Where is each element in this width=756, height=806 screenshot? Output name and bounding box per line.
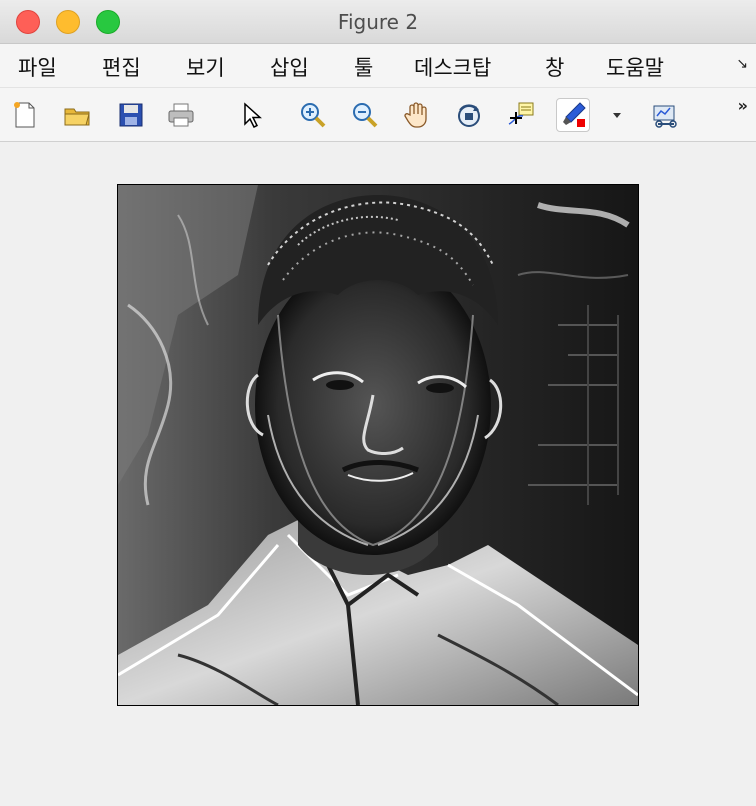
embossed-portrait-image: [118, 185, 638, 705]
zoom-out-icon[interactable]: [348, 98, 382, 132]
rotate-3d-icon[interactable]: [452, 98, 486, 132]
menu-file[interactable]: 파일: [18, 52, 57, 82]
data-cursor-icon[interactable]: [504, 98, 538, 132]
window-title: Figure 2: [337, 10, 419, 34]
title-bar: Figure 2: [0, 0, 756, 44]
zoom-in-icon[interactable]: [296, 98, 330, 132]
brush-dropdown-icon[interactable]: [600, 98, 634, 132]
figure-axes[interactable]: [117, 184, 639, 706]
open-folder-icon[interactable]: [60, 98, 94, 132]
menu-desktop[interactable]: 데스크탑: [414, 52, 491, 82]
new-figure-icon[interactable]: [8, 98, 42, 132]
print-icon[interactable]: [164, 98, 198, 132]
menu-window[interactable]: 창: [545, 52, 564, 82]
menu-insert[interactable]: 삽입: [270, 52, 309, 82]
menu-overflow-icon[interactable]: ↘: [736, 56, 748, 72]
menu-help[interactable]: 도움말: [606, 52, 664, 82]
brush-icon[interactable]: [556, 98, 590, 132]
pointer-arrow-icon[interactable]: [234, 98, 268, 132]
toolbar: »: [0, 88, 756, 142]
menu-view[interactable]: 보기: [186, 52, 225, 82]
menu-edit[interactable]: 편집: [102, 52, 141, 82]
pan-hand-icon[interactable]: [400, 98, 434, 132]
link-plot-icon[interactable]: [648, 98, 682, 132]
save-disk-icon[interactable]: [114, 98, 148, 132]
menu-tools[interactable]: 툴: [354, 52, 373, 82]
toolbar-overflow-icon[interactable]: »: [738, 96, 748, 115]
menu-bar: 파일 편집 보기 삽입 툴 데스크탑 창 도움말 ↘: [0, 44, 756, 88]
